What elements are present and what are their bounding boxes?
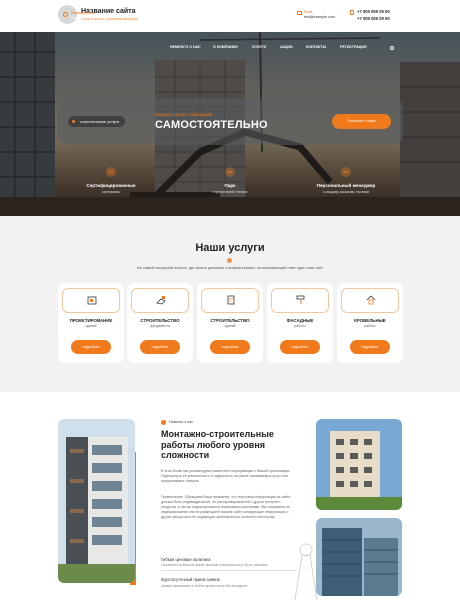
- feature-number-2: 02: [225, 167, 235, 177]
- card-more-button[interactable]: подробнее: [140, 340, 180, 354]
- about-tag: Немного о нас: [169, 420, 194, 424]
- hero-small-text: Каждый проект ломающий: [155, 112, 213, 117]
- search-icon[interactable]: [390, 46, 394, 50]
- about-tag-icon: [161, 420, 166, 425]
- building-photo-right-bottom: [316, 518, 402, 596]
- card-title: ПРОЕКТИРОВАНИЕ: [69, 318, 113, 323]
- about-title: Монтажно-строительные работы любого уров…: [161, 429, 274, 460]
- building-photo-right-top: [316, 419, 402, 510]
- card-icon-frame: [62, 288, 120, 313]
- nav-item-contacts[interactable]: Контакты: [306, 45, 326, 49]
- card-icon-frame: [271, 288, 329, 313]
- tag-dot-icon: [72, 120, 75, 123]
- email-link[interactable]: test@example.com: [304, 15, 335, 19]
- building-icon: [227, 295, 235, 305]
- card-icon-frame: [341, 288, 399, 313]
- nav-item-company[interactable]: О компании: [213, 45, 238, 49]
- service-card-facade[interactable]: ФАСАДНЫЕ работы подробнее: [267, 283, 333, 363]
- feature-title-3: Персональный менеджер: [316, 183, 376, 188]
- paint-roller-icon: [296, 295, 305, 304]
- building-photo-left: [58, 419, 135, 583]
- feature-title-1: Сертифицированные: [86, 183, 136, 188]
- phone-link-1[interactable]: +7 000 000 00 00: [357, 9, 390, 14]
- card-more-button[interactable]: подробнее: [280, 340, 320, 354]
- clock-icon: [63, 12, 68, 17]
- about-feature-title-2: Круглосуточный прием заявок: [161, 577, 220, 582]
- feature-sub-3: к каждому заказчику на связи: [322, 190, 370, 194]
- glass-office-image: [316, 518, 402, 596]
- card-title: СТРОИТЕЛЬСТВО: [210, 318, 250, 323]
- apartment-complex-image: [316, 419, 402, 510]
- card-subtitle: зданий: [224, 324, 236, 328]
- feature-sub-1: материалы: [102, 190, 120, 194]
- nav-item-registration[interactable]: Регистрация: [340, 45, 367, 49]
- nav-item-about-us[interactable]: Немного о нас: [170, 45, 201, 49]
- feature-number-3: 03: [341, 167, 351, 177]
- about-feature-title-1: Гибкая ценовая политика: [161, 557, 211, 562]
- hero-headline: САМОСТОЯТЕЛЬНО: [155, 119, 268, 131]
- card-subtitle: зданий: [85, 324, 97, 328]
- services-description: На самый насущный вопрос, где купить деш…: [136, 266, 324, 270]
- card-subtitle: работы: [294, 324, 306, 328]
- mail-icon: [297, 11, 302, 15]
- card-title: ФАСАДНЫЕ: [286, 318, 314, 323]
- card-subtitle: работы: [364, 324, 376, 328]
- services-tag-pill[interactable]: строительные услуги: [68, 116, 126, 127]
- email-label: Email: [304, 10, 313, 14]
- about-feature-sub-2: Заявки принимаем в любое время суток без…: [161, 584, 248, 588]
- card-icon-frame: [131, 288, 189, 313]
- card-more-button[interactable]: подробнее: [71, 340, 111, 354]
- site-header: Название сайта Строительство, строительн…: [0, 0, 460, 32]
- decorative-drawing: [294, 543, 318, 600]
- hero-cta-button[interactable]: Оплатите с нами: [332, 114, 391, 129]
- feature-number-1: 01: [106, 167, 116, 177]
- phone-icon: [350, 10, 354, 15]
- services-heading: Наши услуги: [195, 242, 265, 254]
- roof-icon: [366, 295, 376, 305]
- nav-item-services[interactable]: Услуги: [252, 45, 266, 49]
- about-paragraph-1: В этом блоке мы рекомендуем разместить и…: [161, 469, 291, 483]
- apartment-building-image: [58, 419, 135, 583]
- card-title: КРОВЕЛЬНЫЕ: [354, 318, 386, 323]
- card-subtitle: фундамента: [150, 324, 170, 328]
- divider: [161, 570, 296, 571]
- card-more-button[interactable]: подробнее: [210, 340, 250, 354]
- about-paragraph-2: Привлечение. Обращаем Ваше внимание, что…: [161, 495, 291, 519]
- service-card-design[interactable]: ПРОЕКТИРОВАНИЕ зданий подробнее: [58, 283, 124, 363]
- feature-title-2: Парк: [224, 183, 236, 188]
- hours-value: Пн-Пт с 9:00 до 19:00: [71, 16, 105, 20]
- service-card-roofing[interactable]: КРОВЕЛЬНЫЕ работы подробнее: [337, 283, 403, 363]
- card-more-button[interactable]: подробнее: [350, 340, 390, 354]
- service-card-foundation[interactable]: СТРОИТЕЛЬСТВО фундамента подробнее: [127, 283, 193, 363]
- card-title: СТРОИТЕЛЬСТВО: [140, 318, 180, 323]
- phone-link-2[interactable]: +7 000 000 00 00: [357, 16, 390, 21]
- heading-dot-icon: [227, 258, 232, 263]
- nav-item-promotions[interactable]: Акции: [280, 45, 293, 49]
- hours-label: Режим работы: [71, 11, 94, 15]
- blueprint-icon: [87, 296, 97, 305]
- card-icon-frame: [201, 288, 259, 313]
- trowel-icon: [156, 296, 166, 305]
- about-feature-sub-1: Снижение на Ваш интернет-магазин компани…: [161, 563, 268, 567]
- feature-sub-2: строительной техники: [212, 190, 248, 194]
- service-card-building[interactable]: СТРОИТЕЛЬСТВО зданий подробнее: [197, 283, 263, 363]
